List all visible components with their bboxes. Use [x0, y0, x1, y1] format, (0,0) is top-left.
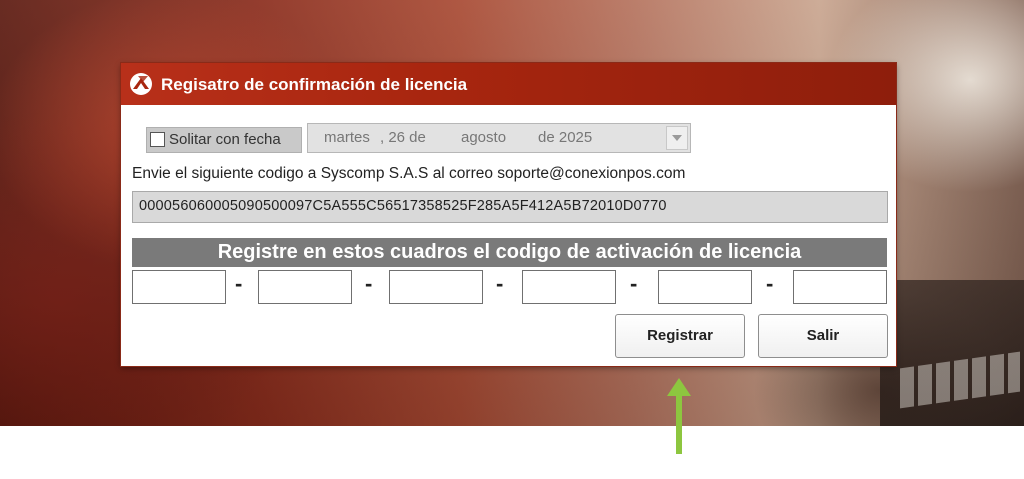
- date-checkbox-label: Solitar con fecha: [169, 131, 281, 148]
- request-code-field[interactable]: 000056060005090500097C5A555C56517358525F…: [132, 191, 888, 223]
- activation-field-1[interactable]: [132, 270, 226, 304]
- exit-button[interactable]: Salir: [758, 314, 888, 358]
- date-month: agosto: [461, 129, 507, 146]
- activation-field-4[interactable]: [522, 270, 616, 304]
- separator-dash: -: [766, 271, 774, 296]
- checkbox-box[interactable]: [150, 132, 165, 147]
- separator-dash: -: [496, 271, 504, 296]
- dialog-title: Regisatro de confirmación de licencia: [161, 75, 468, 94]
- date-year: de 2025: [538, 129, 593, 146]
- conexionpos-logo-icon: [130, 73, 152, 95]
- request-code-value: 000056060005090500097C5A555C56517358525F…: [139, 198, 667, 214]
- activation-field-5[interactable]: [658, 270, 752, 304]
- activation-field-2[interactable]: [258, 270, 352, 304]
- activation-banner: Registre en estos cuadros el codigo de a…: [132, 238, 887, 267]
- activation-field-6[interactable]: [793, 270, 887, 304]
- date-checkbox[interactable]: Solitar con fecha: [146, 127, 302, 153]
- date-day: , 26 de: [380, 129, 426, 146]
- separator-dash: -: [630, 271, 638, 296]
- separator-dash: -: [365, 271, 373, 296]
- register-button[interactable]: Registrar: [615, 314, 745, 358]
- date-weekday: martes: [324, 129, 370, 146]
- dialog-titlebar[interactable]: Regisatro de confirmación de licencia: [121, 63, 896, 105]
- date-picker[interactable]: martes , 26 de agosto de 2025: [307, 123, 691, 153]
- chevron-down-icon[interactable]: [666, 126, 688, 150]
- license-dialog: Regisatro de confirmación de licencia So…: [121, 63, 896, 366]
- instruction-text: Envie el siguiente codigo a Syscomp S.A.…: [132, 165, 686, 182]
- arrow-up-icon: [667, 378, 691, 454]
- separator-dash: -: [235, 271, 243, 296]
- activation-field-3[interactable]: [389, 270, 483, 304]
